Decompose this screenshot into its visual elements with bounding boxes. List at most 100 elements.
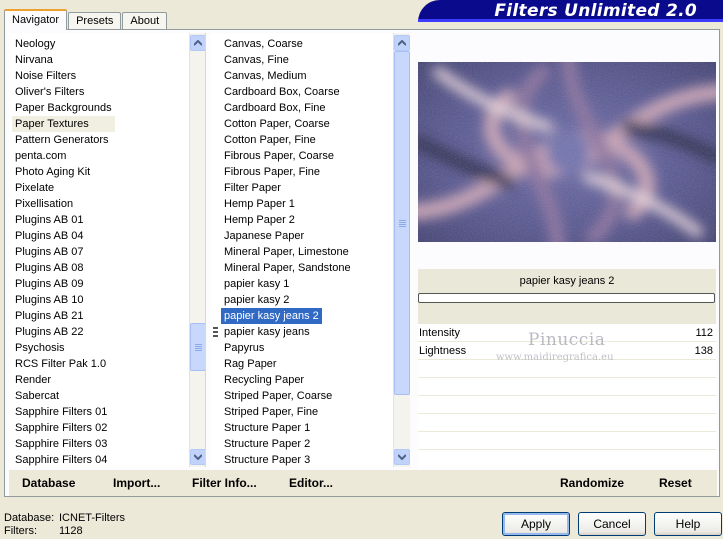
- category-item[interactable]: Render: [12, 372, 115, 388]
- filter-item[interactable]: Mineral Paper, Limestone: [221, 244, 352, 260]
- category-item[interactable]: Sapphire Filters 03: [12, 436, 115, 452]
- scroll-up-arrow-icon[interactable]: [394, 35, 410, 51]
- watermark-url: www.maidiregrafica.eu: [496, 352, 614, 363]
- randomize-button[interactable]: Randomize: [560, 476, 624, 490]
- param-value[interactable]: 138: [695, 342, 713, 360]
- category-item[interactable]: Noise Filters: [12, 68, 115, 84]
- filters-count-value: 1128: [59, 525, 83, 537]
- category-item[interactable]: Photo Aging Kit: [12, 164, 115, 180]
- filter-progress-bar: [418, 293, 715, 303]
- parameter-list: Intensity 112 Lightness 138 Pinuccia www…: [418, 324, 716, 467]
- filter-item[interactable]: Fibrous Paper, Coarse: [221, 148, 337, 164]
- param-value[interactable]: 112: [695, 324, 713, 342]
- category-item[interactable]: Paper Textures: [12, 116, 115, 132]
- scroll-down-arrow-icon[interactable]: [394, 449, 410, 465]
- param-empty-row: [418, 396, 716, 414]
- watermark-name: Pinuccia: [528, 330, 606, 350]
- param-empty-row: [418, 414, 716, 432]
- filter-item[interactable]: Hemp Paper 1: [221, 196, 298, 212]
- filter-item[interactable]: papier kasy jeans 2: [220, 307, 323, 325]
- filter-item[interactable]: Mineral Paper, Sandstone: [221, 260, 354, 276]
- filter-item[interactable]: Canvas, Medium: [221, 68, 310, 84]
- title-banner: Filters Unlimited 2.0: [418, 0, 723, 22]
- filter-item[interactable]: Japanese Paper: [221, 228, 307, 244]
- category-item[interactable]: Paper Backgrounds: [12, 100, 115, 116]
- filter-items: Canvas, Coarse Canvas, Fine Canvas, Medium…: [210, 33, 354, 467]
- filter-item[interactable]: Papyrus: [221, 340, 267, 356]
- tab-about[interactable]: About: [122, 12, 168, 30]
- category-item[interactable]: Pattern Generators: [12, 132, 115, 148]
- category-item[interactable]: Sapphire Filters 01: [12, 404, 115, 420]
- editor-button[interactable]: Editor...: [289, 476, 333, 490]
- apply-button[interactable]: Apply: [502, 512, 570, 536]
- filter-item[interactable]: Filter Paper: [221, 180, 284, 196]
- category-item[interactable]: Nirvana: [12, 52, 115, 68]
- category-item[interactable]: Sabercat: [12, 388, 115, 404]
- category-item[interactable]: Plugins AB 10: [12, 292, 115, 308]
- help-button[interactable]: Help: [654, 512, 722, 536]
- banner-title: Filters Unlimited 2.0: [494, 1, 697, 21]
- import-button[interactable]: Import...: [113, 476, 160, 490]
- filter-item[interactable]: Cotton Paper, Fine: [221, 132, 319, 148]
- filter-item[interactable]: Cardboard Box, Fine: [221, 100, 329, 116]
- category-item[interactable]: Pixellisation: [12, 196, 115, 212]
- category-list[interactable]: Neology Nirvana Noise Filters Oliver's Filt…: [9, 33, 206, 467]
- category-item[interactable]: Plugins AB 09: [12, 276, 115, 292]
- category-item[interactable]: Plugins AB 08: [12, 260, 115, 276]
- tab-strip: Navigator Presets About: [4, 8, 168, 30]
- cancel-button[interactable]: Cancel: [578, 512, 646, 536]
- filter-item[interactable]: Hemp Paper 2: [221, 212, 298, 228]
- database-button[interactable]: Database: [22, 476, 75, 490]
- filter-item[interactable]: Recycling Paper: [221, 372, 307, 388]
- param-empty-row: [418, 432, 716, 450]
- param-label: Intensity: [419, 327, 460, 339]
- category-item[interactable]: Plugins AB 01: [12, 212, 115, 228]
- filter-item[interactable]: Cotton Paper, Coarse: [221, 116, 333, 132]
- filters-count-label: Filters:: [4, 525, 37, 537]
- category-scroll-thumb[interactable]: [190, 323, 205, 371]
- filter-scrollbar[interactable]: [393, 33, 410, 467]
- filter-info-button[interactable]: Filter Info...: [192, 476, 257, 490]
- category-item[interactable]: RCS Filter Pak 1.0: [12, 356, 115, 372]
- action-strip: Database Import... Filter Info... Editor…: [9, 470, 717, 496]
- filter-item[interactable]: Structure Paper 3: [221, 452, 313, 467]
- reset-button[interactable]: Reset: [659, 476, 692, 490]
- category-item[interactable]: Sapphire Filters 02: [12, 420, 115, 436]
- tab-presets[interactable]: Presets: [68, 12, 122, 30]
- category-item[interactable]: Sapphire Filters 04: [12, 452, 115, 467]
- filter-item[interactable]: Canvas, Coarse: [221, 36, 306, 52]
- category-item[interactable]: Plugins AB 07: [12, 244, 115, 260]
- favorite-marker-icon: [213, 327, 218, 337]
- category-items: Neology Nirvana Noise Filters Oliver's Filt…: [9, 33, 115, 467]
- category-item[interactable]: Neology: [12, 36, 115, 52]
- category-item[interactable]: Plugins AB 04: [12, 228, 115, 244]
- filter-item[interactable]: Striped Paper, Coarse: [221, 388, 335, 404]
- filter-item[interactable]: Canvas, Fine: [221, 52, 292, 68]
- scroll-up-arrow-icon[interactable]: [190, 35, 205, 51]
- tab-navigator[interactable]: Navigator: [4, 9, 68, 30]
- filter-item[interactable]: Cardboard Box, Coarse: [221, 84, 343, 100]
- database-value: ICNET-Filters: [59, 512, 125, 524]
- category-item[interactable]: Psychosis: [12, 340, 115, 356]
- selected-filter-name: papier kasy jeans 2: [519, 275, 615, 287]
- filter-list[interactable]: Canvas, Coarse Canvas, Fine Canvas, Medium…: [210, 33, 410, 467]
- filter-item[interactable]: papier kasy jeans: [221, 324, 313, 340]
- category-scrollbar[interactable]: [189, 33, 205, 467]
- filter-item[interactable]: Rag Paper: [221, 356, 280, 372]
- filter-scroll-thumb[interactable]: [394, 51, 410, 395]
- filter-item[interactable]: papier kasy 1: [221, 276, 292, 292]
- category-item[interactable]: penta.com: [12, 148, 115, 164]
- filter-item[interactable]: Striped Paper, Fine: [221, 404, 321, 420]
- category-item[interactable]: Oliver's Filters: [12, 84, 115, 100]
- filter-item[interactable]: Structure Paper 2: [221, 436, 313, 452]
- scroll-down-arrow-icon[interactable]: [190, 449, 205, 465]
- filter-item[interactable]: papier kasy 2: [221, 292, 292, 308]
- filter-item[interactable]: Fibrous Paper, Fine: [221, 164, 323, 180]
- filter-preview-image: [418, 62, 716, 242]
- category-item[interactable]: Plugins AB 22: [12, 324, 115, 340]
- filter-item[interactable]: Structure Paper 1: [221, 420, 313, 436]
- filter-name-panel: papier kasy jeans 2: [418, 269, 716, 324]
- category-item[interactable]: Pixelate: [12, 180, 115, 196]
- category-item[interactable]: Plugins AB 21: [12, 308, 115, 324]
- database-label: Database:: [4, 512, 55, 524]
